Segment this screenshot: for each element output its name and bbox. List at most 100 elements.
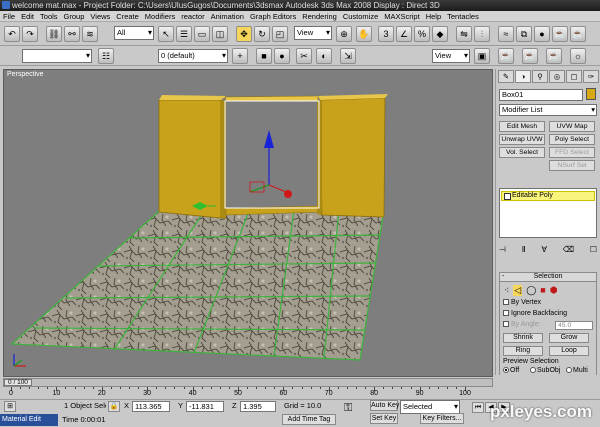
preview-multi-radio[interactable]: Multi (566, 367, 588, 375)
menu-help[interactable]: Help (423, 11, 444, 21)
named-selection-dropdown[interactable] (22, 49, 92, 63)
preview-off-radio[interactable]: Off (503, 367, 519, 375)
snap-view-dropdown[interactable]: View (432, 49, 470, 63)
menu-tools[interactable]: Tools (37, 11, 61, 21)
select-object-icon[interactable]: ↖ (158, 26, 174, 42)
curve-editor-icon[interactable]: ≈ (498, 26, 514, 42)
z-coordinate-field[interactable]: 1.395 (240, 401, 276, 412)
menu-modifiers[interactable]: Modifiers (142, 11, 178, 21)
bind-spacewarp-icon[interactable]: ≋ (82, 26, 98, 42)
object-color-swatch[interactable] (586, 88, 596, 100)
shrink-button[interactable]: Shrink (503, 333, 543, 343)
create-box-icon[interactable]: ■ (256, 48, 272, 64)
material-editor-icon[interactable]: ● (534, 26, 550, 42)
environment-icon[interactable]: ☼ (570, 48, 586, 64)
key-mode-icon[interactable]: ⊞ (4, 401, 16, 412)
y-coordinate-field[interactable]: -11.831 (186, 401, 224, 412)
select-scale-icon[interactable]: ◰ (272, 26, 288, 42)
make-unique-icon[interactable]: ∀ (541, 245, 546, 257)
display-tab-icon[interactable]: ▢ (566, 70, 582, 83)
ring-button[interactable]: Ring (503, 346, 543, 356)
pin-stack-icon[interactable]: ⊣ (499, 245, 506, 257)
remove-modifier-icon[interactable]: ⌫ (563, 245, 574, 257)
menu-views[interactable]: Views (87, 11, 113, 21)
select-by-name-icon[interactable]: ☰ (176, 26, 192, 42)
configure-sets-icon[interactable]: ☐ (590, 245, 597, 257)
rect-selection-icon[interactable]: ▭ (194, 26, 210, 42)
activeshade-icon[interactable]: ☕ (546, 48, 562, 64)
perspective-viewport[interactable]: Perspective (3, 69, 493, 377)
x-coordinate-field[interactable]: 113.365 (132, 401, 170, 412)
nsurf-sel-button[interactable]: NSurf Sel (549, 160, 595, 171)
render-icon[interactable]: ☕ (570, 26, 586, 42)
edit-mesh-button[interactable]: Edit Mesh (499, 121, 545, 132)
mirror-icon[interactable]: ⇋ (456, 26, 472, 42)
border-level-icon[interactable]: ◯ (526, 285, 536, 296)
add-time-tag-button[interactable]: Add Time Tag (282, 414, 336, 425)
render-setup-icon[interactable]: ☕ (552, 26, 568, 42)
poly-select-button[interactable]: Poly Select (549, 134, 595, 145)
menu-rendering[interactable]: Rendering (299, 11, 340, 21)
loop-button[interactable]: Loop (549, 346, 589, 356)
material-editor-taskbar-button[interactable]: Material Edit (0, 414, 58, 426)
hide-icon[interactable]: ◐ (316, 48, 332, 64)
utilities-tab-icon[interactable]: ✑ (583, 70, 599, 83)
set-key-button[interactable]: Set Key (370, 413, 398, 424)
menu-edit[interactable]: Edit (18, 11, 37, 21)
grow-button[interactable]: Grow (549, 333, 589, 343)
key-filters-button[interactable]: Key Filters... (420, 413, 464, 424)
manipulate-icon[interactable]: ✋ (356, 26, 372, 42)
go-to-start-icon[interactable]: ⏮ (472, 402, 484, 413)
schematic-view-icon[interactable]: ⧉ (516, 26, 532, 42)
snaps-toggle-icon[interactable]: 3 (378, 26, 394, 42)
undo-icon[interactable]: ↶ (4, 26, 20, 42)
modifier-list-dropdown[interactable]: Modifier List (499, 104, 597, 116)
select-link-icon[interactable]: ⛓ (46, 26, 62, 42)
teapot-render-icon[interactable]: ☕ (498, 48, 514, 64)
select-rotate-icon[interactable]: ↻ (254, 26, 270, 42)
pivot-center-icon[interactable]: ⊕ (336, 26, 352, 42)
cut-tool-icon[interactable]: ✂ (296, 48, 312, 64)
auto-key-button[interactable]: Auto Key (370, 400, 399, 411)
track-bar[interactable]: 0 10 20 30 40 50 60 70 80 90 100 (3, 387, 493, 399)
set-key-icon[interactable]: ⚿ (344, 403, 352, 414)
window-crossing-icon[interactable]: ◫ (212, 26, 228, 42)
box01-object[interactable] (158, 94, 388, 219)
menu-tentacles[interactable]: Tentacles (444, 11, 482, 21)
hierarchy-tab-icon[interactable]: ⚲ (532, 70, 548, 83)
vol-select-button[interactable]: Vol. Select (499, 147, 545, 158)
menu-reactor[interactable]: reactor (178, 11, 207, 21)
modify-tab-icon[interactable]: ◑ (515, 70, 531, 83)
select-move-icon[interactable]: ✥ (236, 26, 252, 42)
time-slider[interactable]: 0 / 100 (3, 378, 493, 387)
menu-maxscript[interactable]: MAXScript (381, 11, 422, 21)
menu-create[interactable]: Create (113, 11, 142, 21)
vertex-level-icon[interactable]: ⁖ (504, 285, 509, 296)
menu-graph-editors[interactable]: Graph Editors (247, 11, 299, 21)
by-vertex-checkbox[interactable]: By Vertex (503, 299, 541, 307)
menu-group[interactable]: Group (61, 11, 88, 21)
motion-tab-icon[interactable]: ◎ (549, 70, 565, 83)
edge-level-icon[interactable]: ◁ (513, 285, 523, 296)
uvw-map-button[interactable]: UVW Map (549, 121, 595, 132)
align-view-icon[interactable]: ⇲ (340, 48, 356, 64)
quick-render-icon[interactable]: ☕ (522, 48, 538, 64)
redo-icon[interactable]: ↷ (22, 26, 38, 42)
unwrap-uvw-button[interactable]: Unwrap UVW (499, 134, 545, 145)
menu-file[interactable]: File (0, 11, 18, 21)
selection-filter-dropdown[interactable]: All (114, 26, 154, 40)
time-slider-thumb[interactable]: 0 / 100 (4, 379, 32, 386)
percent-snap-icon[interactable]: % (414, 26, 430, 42)
lock-selection-icon[interactable]: 🔒 (108, 401, 120, 412)
floor-mat[interactable] (12, 210, 384, 360)
menu-customize[interactable]: Customize (340, 11, 381, 21)
ignore-backfacing-checkbox[interactable]: Ignore Backfacing (503, 310, 567, 318)
polygon-level-icon[interactable]: ■ (540, 285, 545, 296)
spinner-snap-icon[interactable]: ◆ (432, 26, 448, 42)
selection-rollout-header[interactable]: - Selection (500, 273, 596, 282)
layer-dropdown[interactable]: 0 (default) (158, 49, 228, 63)
render-frame-icon[interactable]: ▣ (474, 48, 490, 64)
create-tab-icon[interactable]: ✎ (498, 70, 514, 83)
by-angle-checkbox[interactable]: By Angle: (503, 321, 541, 329)
ffd-select-button[interactable]: FFD Select (549, 147, 595, 158)
